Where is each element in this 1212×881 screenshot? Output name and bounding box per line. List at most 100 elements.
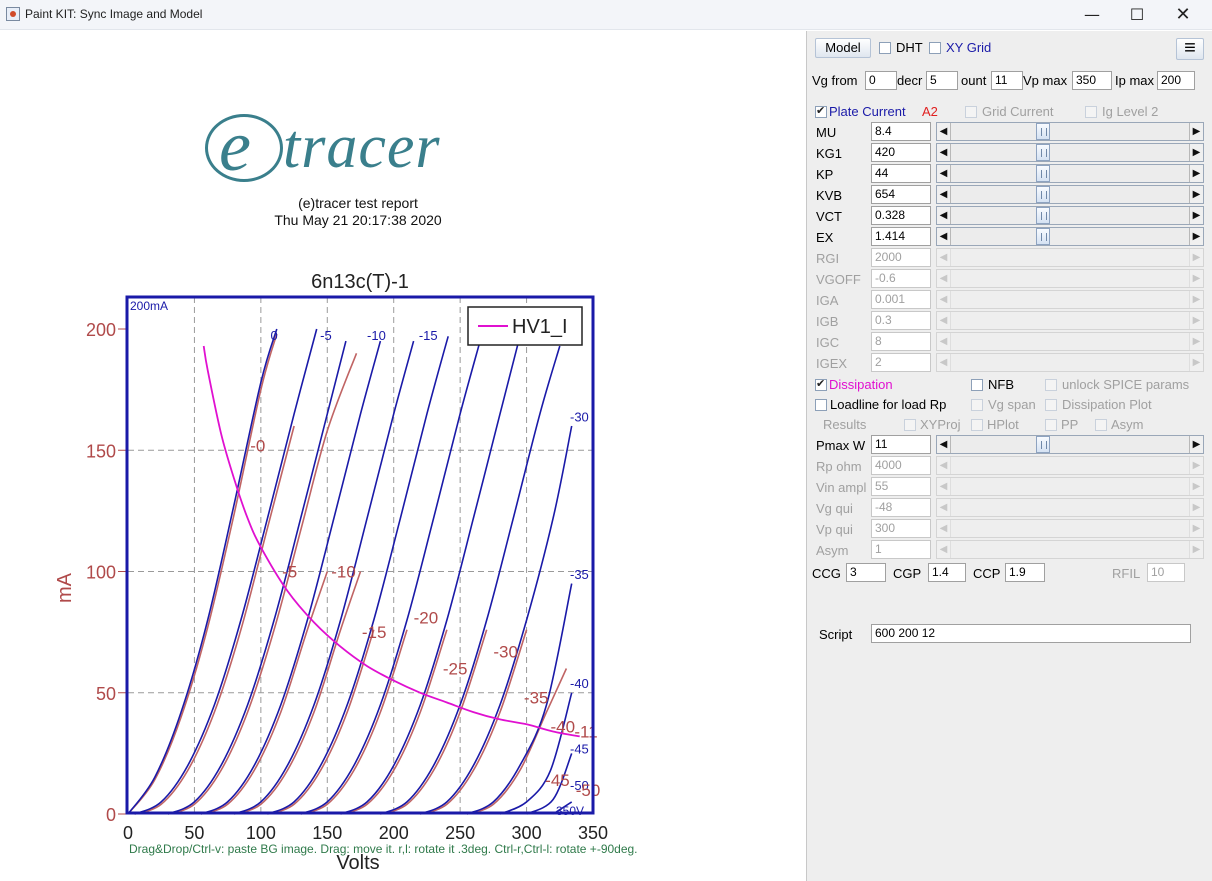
- param-value-input[interactable]: 55: [871, 477, 931, 496]
- xyproj-checkbox[interactable]: XYProj: [904, 416, 966, 434]
- dissipation-plot-checkbox-box[interactable]: [1045, 399, 1057, 411]
- slider-right-arrow-icon[interactable]: ▶: [1189, 457, 1203, 474]
- param-slider[interactable]: ◀ ▶: [936, 269, 1204, 288]
- image-canvas[interactable]: e tracer (e)tracer test report Thu May 2…: [0, 31, 806, 881]
- slider-right-arrow-icon[interactable]: ▶: [1189, 123, 1203, 140]
- plate-current-checkbox-box[interactable]: [815, 104, 827, 118]
- param-slider[interactable]: ◀ ▶: [936, 435, 1204, 454]
- param-slider[interactable]: ◀ ▶: [936, 248, 1204, 267]
- unlock-spice-checkbox-box[interactable]: [1045, 379, 1057, 391]
- ccg-input[interactable]: 3: [846, 563, 886, 582]
- param-value-input[interactable]: 4000: [871, 456, 931, 475]
- plate-current-checkbox[interactable]: Plate Current: [815, 103, 925, 121]
- param-value-input[interactable]: 300: [871, 519, 931, 538]
- slider-right-arrow-icon[interactable]: ▶: [1189, 312, 1203, 329]
- ig-level2-checkbox-box[interactable]: [1085, 106, 1097, 118]
- slider-left-arrow-icon[interactable]: ◀: [937, 478, 951, 495]
- slider-left-arrow-icon[interactable]: ◀: [937, 354, 951, 371]
- asym-checkbox-box[interactable]: [1095, 419, 1107, 431]
- ig-level2-checkbox[interactable]: Ig Level 2: [1085, 103, 1185, 121]
- decr-input[interactable]: 5: [926, 71, 958, 90]
- xy-grid-checkbox[interactable]: XY Grid: [929, 39, 1029, 57]
- dissipation-checkbox[interactable]: Dissipation: [815, 376, 915, 394]
- rfil-input[interactable]: 10: [1147, 563, 1185, 582]
- param-value-input[interactable]: 654: [871, 185, 931, 204]
- param-value-input[interactable]: 8.4: [871, 122, 931, 141]
- slider-left-arrow-icon[interactable]: ◀: [937, 270, 951, 287]
- slider-left-arrow-icon[interactable]: ◀: [937, 312, 951, 329]
- slider-thumb[interactable]: [1036, 123, 1051, 140]
- slider-right-arrow-icon[interactable]: ▶: [1189, 249, 1203, 266]
- param-slider[interactable]: ◀ ▶: [936, 311, 1204, 330]
- slider-left-arrow-icon[interactable]: ◀: [937, 333, 951, 350]
- param-value-input[interactable]: 0.328: [871, 206, 931, 225]
- slider-right-arrow-icon[interactable]: ▶: [1189, 270, 1203, 287]
- slider-left-arrow-icon[interactable]: ◀: [937, 249, 951, 266]
- slider-left-arrow-icon[interactable]: ◀: [937, 436, 951, 453]
- slider-left-arrow-icon[interactable]: ◀: [937, 165, 951, 182]
- vg-from-input[interactable]: 0: [865, 71, 897, 90]
- param-slider[interactable]: ◀ ▶: [936, 290, 1204, 309]
- param-slider[interactable]: ◀ ▶: [936, 143, 1204, 162]
- slider-right-arrow-icon[interactable]: ▶: [1189, 333, 1203, 350]
- slider-left-arrow-icon[interactable]: ◀: [937, 457, 951, 474]
- slider-left-arrow-icon[interactable]: ◀: [937, 520, 951, 537]
- nfb-checkbox[interactable]: NFB: [971, 376, 1031, 394]
- plate-curves-chart[interactable]: 6n13c(T)-1 0-5-10-15-20-25-30-35-40-45-5…: [0, 31, 806, 881]
- slider-thumb[interactable]: [1036, 186, 1051, 203]
- hamburger-menu-icon[interactable]: ≡: [1176, 38, 1204, 60]
- slider-left-arrow-icon[interactable]: ◀: [937, 144, 951, 161]
- param-slider[interactable]: ◀ ▶: [936, 206, 1204, 225]
- pp-checkbox-box[interactable]: [1045, 419, 1057, 431]
- param-slider[interactable]: ◀ ▶: [936, 540, 1204, 559]
- slider-left-arrow-icon[interactable]: ◀: [937, 186, 951, 203]
- param-value-input[interactable]: 1: [871, 540, 931, 559]
- param-value-input[interactable]: 2000: [871, 248, 931, 267]
- script-input[interactable]: 600 200 12: [871, 624, 1191, 643]
- asym-checkbox[interactable]: Asym: [1095, 416, 1155, 434]
- model-button[interactable]: Model: [815, 38, 871, 58]
- vg-span-checkbox[interactable]: Vg span: [971, 396, 1043, 414]
- param-slider[interactable]: ◀ ▶: [936, 477, 1204, 496]
- dissipation-checkbox-box[interactable]: [815, 377, 827, 391]
- param-slider[interactable]: ◀ ▶: [936, 185, 1204, 204]
- param-value-input[interactable]: 8: [871, 332, 931, 351]
- slider-left-arrow-icon[interactable]: ◀: [937, 123, 951, 140]
- grid-current-checkbox[interactable]: Grid Current: [965, 103, 1065, 121]
- maximize-button[interactable]: ☐: [1114, 0, 1160, 30]
- param-slider[interactable]: ◀ ▶: [936, 164, 1204, 183]
- slider-thumb[interactable]: [1036, 436, 1051, 453]
- slider-right-arrow-icon[interactable]: ▶: [1189, 144, 1203, 161]
- slider-right-arrow-icon[interactable]: ▶: [1189, 520, 1203, 537]
- unlock-spice-checkbox[interactable]: unlock SPICE params: [1045, 376, 1205, 394]
- param-value-input[interactable]: -0.6: [871, 269, 931, 288]
- slider-right-arrow-icon[interactable]: ▶: [1189, 478, 1203, 495]
- slider-right-arrow-icon[interactable]: ▶: [1189, 165, 1203, 182]
- param-value-input[interactable]: 0.3: [871, 311, 931, 330]
- slider-left-arrow-icon[interactable]: ◀: [937, 207, 951, 224]
- minimize-button[interactable]: —: [1069, 0, 1115, 30]
- param-slider[interactable]: ◀ ▶: [936, 456, 1204, 475]
- ccp-input[interactable]: 1.9: [1005, 563, 1045, 582]
- hplot-checkbox-box[interactable]: [971, 419, 983, 431]
- xyproj-checkbox-box[interactable]: [904, 419, 916, 431]
- count-input[interactable]: 11: [991, 71, 1023, 90]
- param-slider[interactable]: ◀ ▶: [936, 519, 1204, 538]
- grid-current-checkbox-box[interactable]: [965, 106, 977, 118]
- slider-right-arrow-icon[interactable]: ▶: [1189, 207, 1203, 224]
- nfb-checkbox-box[interactable]: [971, 379, 983, 391]
- param-slider[interactable]: ◀ ▶: [936, 122, 1204, 141]
- slider-right-arrow-icon[interactable]: ▶: [1189, 354, 1203, 371]
- slider-left-arrow-icon[interactable]: ◀: [937, 291, 951, 308]
- slider-thumb[interactable]: [1036, 144, 1051, 161]
- param-slider[interactable]: ◀ ▶: [936, 227, 1204, 246]
- param-value-input[interactable]: 11: [871, 435, 931, 454]
- param-value-input[interactable]: 44: [871, 164, 931, 183]
- param-value-input[interactable]: 420: [871, 143, 931, 162]
- slider-right-arrow-icon[interactable]: ▶: [1189, 291, 1203, 308]
- xy-grid-checkbox-box[interactable]: [929, 42, 941, 54]
- cgp-input[interactable]: 1.4: [928, 563, 966, 582]
- slider-thumb[interactable]: [1036, 207, 1051, 224]
- param-slider[interactable]: ◀ ▶: [936, 332, 1204, 351]
- loadline-checkbox-box[interactable]: [815, 399, 827, 411]
